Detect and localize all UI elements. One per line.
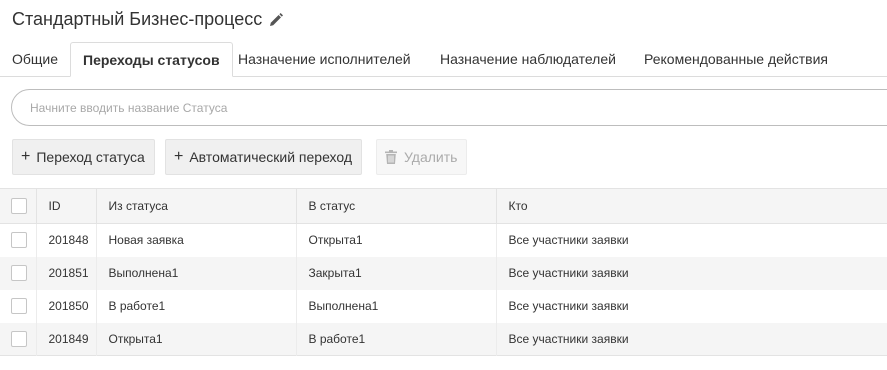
row-from-status: Выполнена1 xyxy=(96,256,297,290)
column-header-to-status[interactable]: В статус xyxy=(296,188,497,224)
status-search-input[interactable] xyxy=(11,89,887,126)
add-auto-transition-button[interactable]: + Автоматический переход xyxy=(165,139,363,175)
row-select-cell xyxy=(0,223,37,257)
row-who: Все участники заявки xyxy=(508,266,629,280)
row-who: Все участники заявки xyxy=(508,233,629,248)
tab-recommended-actions[interactable]: Рекомендованные действия xyxy=(644,42,828,76)
transitions-table: ID Из статуса В статус Кто 201848 Новая … xyxy=(0,188,887,356)
table-header-row: ID Из статуса В статус Кто xyxy=(0,188,887,224)
row-select-cell xyxy=(0,256,37,290)
tab-observers[interactable]: Назначение наблюдателей xyxy=(440,42,616,76)
page-title-text: Стандартный Бизнес-процесс xyxy=(12,9,263,29)
plus-icon: + xyxy=(174,148,184,165)
table-row[interactable]: 201848 Новая заявка Открыта1 Все участни… xyxy=(0,223,887,257)
row-checkbox[interactable] xyxy=(11,265,27,281)
row-checkbox[interactable] xyxy=(11,232,27,249)
table-row[interactable]: 201849 Открыта1 В работе1 Все участники … xyxy=(0,322,887,356)
row-to-status: В работе1 xyxy=(296,322,497,356)
row-id: 201851 xyxy=(36,256,97,290)
trash-icon xyxy=(385,150,397,164)
row-from-status: Новая заявка xyxy=(96,223,297,257)
row-who: Все участники заявки xyxy=(508,331,629,346)
row-who: Все участники заявки xyxy=(508,299,629,313)
row-checkbox[interactable] xyxy=(11,298,27,314)
select-all-cell xyxy=(0,188,37,224)
row-to-status: Выполнена1 xyxy=(296,289,497,323)
row-id: 201849 xyxy=(36,322,97,356)
table-row[interactable]: 201850 В работе1 Выполнена1 Все участник… xyxy=(0,289,887,323)
tab-executors[interactable]: Назначение исполнителей xyxy=(238,42,411,76)
row-from-status: Открыта1 xyxy=(96,322,297,356)
tab-status-transitions[interactable]: Переходы статусов xyxy=(70,42,233,77)
add-status-transition-label: Переход статуса xyxy=(36,149,145,165)
add-auto-transition-label: Автоматический переход xyxy=(189,149,353,165)
plus-icon: + xyxy=(21,148,31,165)
table-row[interactable]: 201851 Выполнена1 Закрыта1 Все участники… xyxy=(0,256,887,290)
page-title: Стандартный Бизнес-процесс xyxy=(12,9,284,30)
delete-button[interactable]: Удалить xyxy=(376,139,468,175)
tab-bar: Общие Переходы статусов Назначение испол… xyxy=(0,42,887,77)
row-select-cell xyxy=(0,289,37,323)
select-all-checkbox[interactable] xyxy=(11,198,27,214)
row-id: 201848 xyxy=(36,223,97,257)
column-header-id[interactable]: ID xyxy=(36,188,97,224)
row-to-status: Открыта1 xyxy=(296,223,497,257)
delete-label: Удалить xyxy=(404,149,458,165)
row-from-status: В работе1 xyxy=(96,289,297,323)
row-select-cell xyxy=(0,322,37,356)
column-header-who[interactable]: Кто xyxy=(496,189,887,224)
pencil-icon[interactable] xyxy=(268,12,284,28)
row-to-status: Закрыта1 xyxy=(296,256,497,290)
row-id: 201850 xyxy=(36,289,97,323)
row-checkbox[interactable] xyxy=(11,330,27,347)
add-status-transition-button[interactable]: + Переход статуса xyxy=(12,139,155,175)
tab-general[interactable]: Общие xyxy=(12,42,58,76)
column-header-from-status[interactable]: Из статуса xyxy=(96,188,297,224)
